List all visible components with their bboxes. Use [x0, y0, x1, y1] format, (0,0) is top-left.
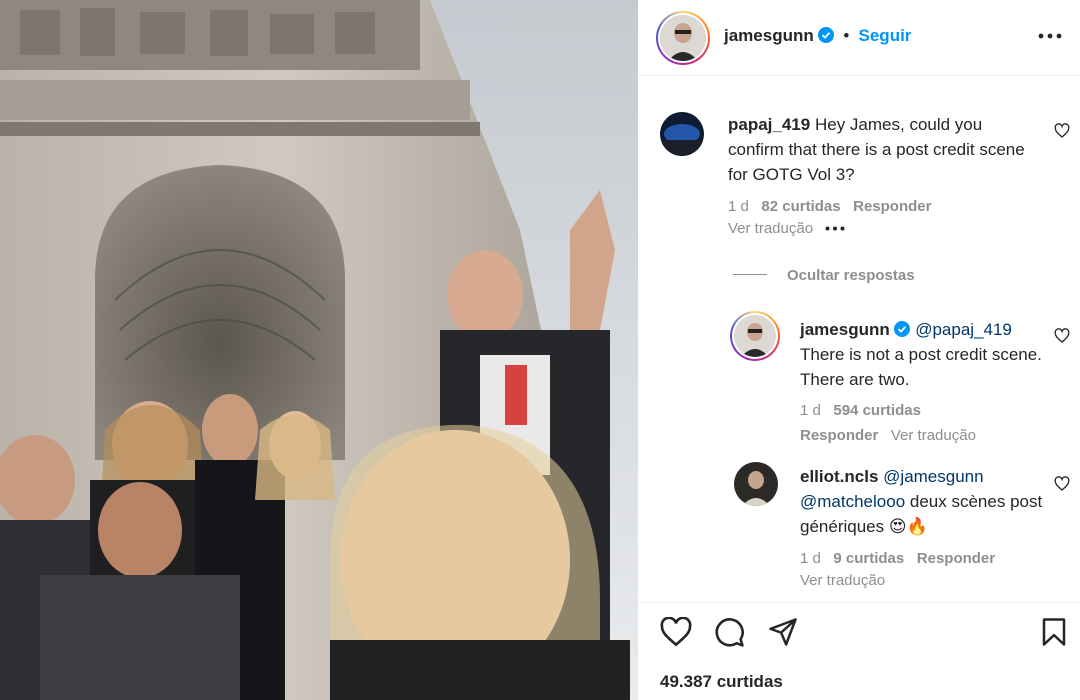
selfie-arc-de-triomphe-image: [0, 0, 638, 700]
reply-text: There is not a post credit scene. There …: [800, 345, 1042, 389]
comment-translate-row: Ver tradução: [728, 220, 845, 237]
comment-time[interactable]: 1 d: [728, 198, 749, 215]
like-reply2-heart-icon[interactable]: [1054, 476, 1070, 492]
reply-time[interactable]: 1 d: [800, 402, 821, 419]
reply-author-avatar-image: [734, 315, 776, 357]
post-actions-bar: [638, 602, 1080, 662]
more-options-icon[interactable]: [1038, 32, 1062, 40]
save-bookmark-icon[interactable]: [1041, 617, 1067, 647]
comment-meta: 1 d 82 curtidas Responder: [728, 198, 931, 215]
reply2-translate-row: Ver tradução: [800, 572, 885, 589]
author-username[interactable]: jamesgunn: [724, 26, 814, 45]
share-send-icon[interactable]: [768, 617, 798, 647]
author-avatar-image: [660, 15, 706, 61]
reply2-mention[interactable]: @jamesgunn: [883, 467, 983, 486]
see-translation-link[interactable]: Ver tradução: [728, 220, 813, 237]
commenter-username[interactable]: papaj_419: [728, 115, 810, 134]
reply-likes[interactable]: 594 curtidas: [833, 402, 921, 419]
post-likes-count[interactable]: 49.387 curtidas: [660, 672, 783, 692]
reply-mention[interactable]: @papaj_419: [915, 320, 1012, 339]
reply2-time[interactable]: 1 d: [800, 550, 821, 567]
like-reply-heart-icon[interactable]: [1054, 328, 1070, 344]
like-comment-heart-icon[interactable]: [1054, 123, 1070, 139]
hide-replies-button[interactable]: Ocultar respostas: [787, 267, 915, 284]
author-avatar[interactable]: [656, 11, 710, 65]
post-photo[interactable]: [0, 0, 638, 700]
reply-username[interactable]: jamesgunn: [800, 320, 890, 339]
reply2-username[interactable]: elliot.ncls: [800, 467, 878, 486]
separator-dot: •: [838, 26, 855, 45]
reply2-mention-second[interactable]: @matchelooo: [800, 492, 905, 511]
comment-likes[interactable]: 82 curtidas: [761, 198, 840, 215]
see-translation-link[interactable]: Ver tradução: [800, 572, 885, 589]
reply-button[interactable]: Responder: [800, 427, 878, 444]
comment-text-block: papaj_419 Hey James, could you confirm t…: [728, 112, 1028, 187]
reply-text-block: jamesgunn @papaj_419 There is not a post…: [800, 317, 1050, 392]
post-side-panel: jamesgunn • Seguir papaj_419 Hey James, …: [638, 0, 1080, 700]
verified-badge-icon: [894, 321, 911, 337]
reply-meta: 1 d 594 curtidas: [800, 402, 921, 419]
reply-button[interactable]: Responder: [853, 198, 931, 215]
verified-badge-icon: [818, 27, 835, 43]
reply2-meta: 1 d 9 curtidas Responder: [800, 550, 995, 567]
reply-actions-row: Responder Ver tradução: [800, 427, 976, 444]
reply2-text-block: elliot.ncls @jamesgunn @matchelooo deux …: [800, 464, 1050, 539]
like-heart-icon[interactable]: [660, 617, 692, 647]
reply2-author-avatar-image: [734, 462, 778, 506]
reply-button[interactable]: Responder: [917, 550, 995, 567]
follow-button[interactable]: Seguir: [859, 26, 912, 45]
reply2-author-avatar[interactable]: [734, 462, 778, 506]
reply2-likes[interactable]: 9 curtidas: [833, 550, 904, 567]
see-translation-link[interactable]: Ver tradução: [891, 427, 976, 444]
post-header: jamesgunn • Seguir: [638, 0, 1080, 76]
replies-divider-line: [733, 274, 767, 275]
commenter-avatar[interactable]: [660, 112, 704, 156]
reply-author-avatar[interactable]: [730, 311, 780, 361]
comment-options-icon[interactable]: [825, 226, 845, 231]
comment-bubble-icon[interactable]: [714, 617, 745, 648]
commenter-avatar-image: [660, 112, 704, 156]
